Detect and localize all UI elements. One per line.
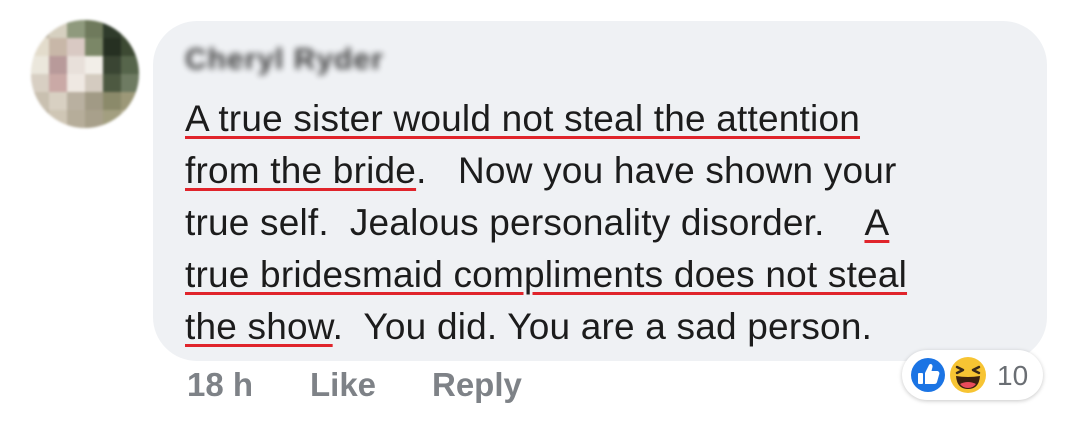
timestamp[interactable]: 18 h xyxy=(187,366,253,404)
comment-bubble: Cheryl Ryder A true sister would not ste… xyxy=(153,21,1047,361)
like-reaction-icon xyxy=(908,355,948,395)
comment-text: A true sister would not steal the attent… xyxy=(185,93,1035,353)
author-name[interactable]: Cheryl Ryder xyxy=(185,43,384,77)
flagged-text: the show xyxy=(185,306,333,347)
comment-line: from the bride. Now you have shown your xyxy=(185,145,1035,197)
flagged-text: A xyxy=(864,202,890,243)
reply-button[interactable]: Reply xyxy=(432,366,522,404)
comment-text-segment: . Now you have shown your xyxy=(416,150,897,191)
comment-container: Cheryl Ryder A true sister would not ste… xyxy=(0,0,1080,423)
avatar-image xyxy=(31,20,139,128)
reactions-summary[interactable]: 10 xyxy=(902,350,1043,400)
reaction-count: 10 xyxy=(997,360,1029,391)
flagged-text: true bridesmaid compliments does not ste… xyxy=(185,254,908,295)
comment-line: the show. You did. You are a sad person. xyxy=(185,301,1035,353)
avatar[interactable] xyxy=(31,20,139,128)
flagged-text: from the bride xyxy=(185,150,417,191)
haha-reaction-icon xyxy=(947,354,989,396)
like-button[interactable]: Like xyxy=(310,366,376,404)
comment-line: true bridesmaid compliments does not ste… xyxy=(185,249,1035,301)
comment-text-segment: true self. Jealous personality disorder. xyxy=(185,202,865,243)
comment-line: A true sister would not steal the attent… xyxy=(185,93,1035,145)
flagged-text: A true sister would not steal the attent… xyxy=(185,98,860,139)
comment-line: true self. Jealous personality disorder.… xyxy=(185,197,1035,249)
comment-text-segment: . You did. You are a sad person. xyxy=(332,306,873,347)
